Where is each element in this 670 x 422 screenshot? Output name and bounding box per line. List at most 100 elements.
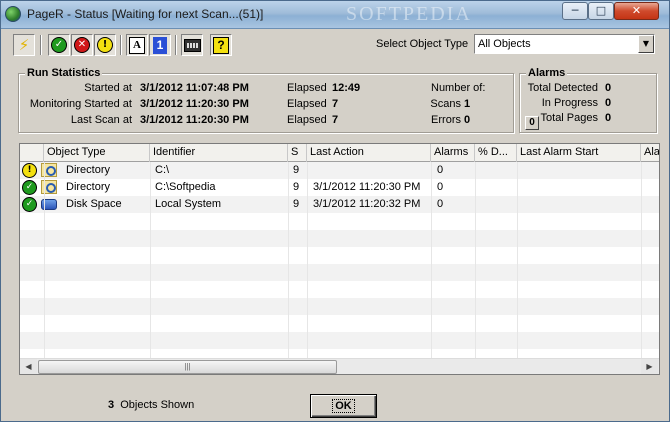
keyboard-button[interactable] xyxy=(181,34,203,56)
s-cell: 9 xyxy=(293,164,300,176)
alarms-group: Alarms Total Detected 0 In Progress 0 To… xyxy=(519,67,657,133)
toolbar: ⚡ ✓ ✕ ! A 1 ? xyxy=(13,34,238,58)
column-header-last-action[interactable]: Last Action xyxy=(307,144,431,162)
help-button[interactable]: ? xyxy=(210,34,232,56)
keyboard-icon xyxy=(183,38,201,52)
scrollbar-thumb[interactable]: ||| xyxy=(38,360,337,374)
alarms-cell: 0 xyxy=(437,198,444,210)
list-header: Object Type Identifier S Last Action Ala… xyxy=(20,144,659,162)
in-progress-value: 0 xyxy=(605,97,612,109)
object-type-select[interactable]: All Objects ▼ xyxy=(474,34,655,54)
close-button[interactable]: ✕ xyxy=(614,2,659,20)
reset-alarms-button[interactable]: 0 xyxy=(525,116,539,130)
horizontal-scrollbar[interactable]: ◀ ||| ▶ xyxy=(20,358,659,374)
errors-value: 0 xyxy=(464,114,471,126)
error-icon: ✕ xyxy=(74,37,90,54)
started-label: Started at xyxy=(84,82,132,94)
font-button[interactable]: A xyxy=(126,34,148,56)
errors-label: Errors xyxy=(431,114,461,126)
object-type-cell: Disk Space xyxy=(66,198,122,210)
identifier-cell: C:\Softpedia xyxy=(155,181,216,193)
lightning-icon: ⚡ xyxy=(18,36,30,54)
ok-button[interactable]: OK xyxy=(310,394,377,418)
show-ok-button[interactable]: ✓ xyxy=(48,34,70,56)
column-header-alarms[interactable]: Alarms xyxy=(431,144,475,162)
column-divider xyxy=(150,162,151,362)
objects-list[interactable]: Object Type Identifier S Last Action Ala… xyxy=(19,143,660,375)
scan-now-button[interactable]: ⚡ xyxy=(13,34,35,56)
monitoring-value: 3/1/2012 11:20:30 PM xyxy=(140,98,249,110)
objects-count-label: Objects Shown xyxy=(120,399,195,411)
empty-row xyxy=(20,332,659,349)
toolbar-separator xyxy=(120,35,122,55)
identifier-cell: Local System xyxy=(155,198,222,210)
last-scan-value: 3/1/2012 11:20:30 PM xyxy=(140,114,249,126)
show-warnings-button[interactable]: ! xyxy=(94,34,116,56)
check-icon: ✓ xyxy=(51,37,67,54)
column-header-object-type[interactable]: Object Type xyxy=(44,144,150,162)
last-scan-label: Last Scan at xyxy=(70,114,132,126)
column-header-ala[interactable]: Ala xyxy=(641,144,659,162)
scans-value: 1 xyxy=(464,98,471,110)
ok-status-icon: ✓ xyxy=(22,180,37,195)
warning-icon: ! xyxy=(97,37,113,54)
empty-row xyxy=(20,298,659,315)
total-pages-value: 0 xyxy=(605,112,612,124)
object-type-label: Select Object Type xyxy=(376,38,469,50)
last-action-cell xyxy=(309,162,431,179)
minimize-button[interactable]: ─ xyxy=(562,2,588,20)
alarms-title: Alarms xyxy=(526,67,568,79)
table-row[interactable]: ! Directory C:\ 9 0 xyxy=(20,162,659,179)
empty-row xyxy=(20,247,659,264)
empty-row xyxy=(20,213,659,230)
single-view-button[interactable]: 1 xyxy=(149,34,171,56)
warning-status-icon: ! xyxy=(22,163,37,178)
column-divider xyxy=(307,162,308,362)
table-row[interactable]: ✓ Disk Space Local System 9 3/1/2012 11:… xyxy=(20,196,659,213)
objects-count-value: 3 xyxy=(108,399,115,411)
identifier-cell: C:\ xyxy=(155,164,170,176)
elapsed-label: Elapsed xyxy=(287,98,327,110)
window-title: PageR - Status [Waiting for next Scan...… xyxy=(27,7,264,21)
alarms-cell: 0 xyxy=(437,164,444,176)
column-header-s[interactable]: S xyxy=(288,144,307,162)
column-divider xyxy=(431,162,432,362)
last-action-cell: 3/1/2012 11:20:32 PM xyxy=(313,198,421,210)
column-header-percent[interactable]: % D... xyxy=(475,144,517,162)
column-header-status[interactable] xyxy=(20,144,44,162)
total-detected-value: 0 xyxy=(605,82,612,94)
status-window: PageR - Status [Waiting for next Scan...… xyxy=(0,0,670,422)
elapsed-value: 7 xyxy=(332,98,339,110)
title-bar[interactable]: PageR - Status [Waiting for next Scan...… xyxy=(1,1,669,29)
run-statistics-group: Run Statistics Started at 3/1/2012 11:07… xyxy=(18,67,514,133)
scroll-right-button[interactable]: ▶ xyxy=(641,359,658,374)
elapsed-label: Elapsed xyxy=(287,114,327,126)
empty-row xyxy=(20,264,659,281)
total-detected-label: Total Detected xyxy=(527,82,598,94)
ok-button-label: OK xyxy=(332,399,355,413)
column-divider xyxy=(641,162,642,362)
chevron-down-icon[interactable]: ▼ xyxy=(638,35,654,53)
empty-row xyxy=(20,230,659,247)
column-header-identifier[interactable]: Identifier xyxy=(150,144,288,162)
toolbar-separator xyxy=(40,35,42,55)
started-value: 3/1/2012 11:07:48 PM xyxy=(140,82,249,94)
watermark-text: SOFTPEDIA xyxy=(346,3,472,25)
scroll-left-button[interactable]: ◀ xyxy=(20,359,37,374)
show-errors-button[interactable]: ✕ xyxy=(71,34,93,56)
maximize-button[interactable]: □ xyxy=(588,2,614,20)
number-of-label: Number of: xyxy=(431,82,486,94)
app-globe-icon xyxy=(5,6,21,22)
toolbar-separator xyxy=(175,35,177,55)
elapsed-label: Elapsed xyxy=(287,82,327,94)
s-cell: 9 xyxy=(293,198,300,210)
column-header-last-alarm-start[interactable]: Last Alarm Start xyxy=(517,144,641,162)
column-divider xyxy=(288,162,289,362)
in-progress-label: In Progress xyxy=(541,97,598,109)
number-one-icon: 1 xyxy=(153,36,167,54)
ok-status-icon: ✓ xyxy=(22,197,37,212)
column-divider xyxy=(517,162,518,362)
table-row[interactable]: ✓ Directory C:\Softpedia 9 3/1/2012 11:2… xyxy=(20,179,659,196)
font-a-icon: A xyxy=(129,36,145,54)
scans-label: Scans xyxy=(430,98,461,110)
